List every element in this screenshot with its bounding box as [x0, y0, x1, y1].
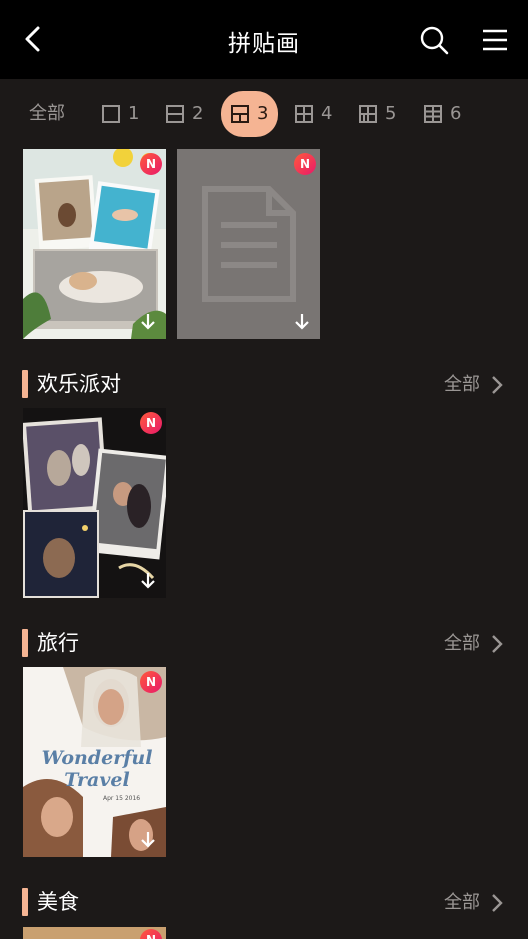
- layout-2-icon: [166, 105, 184, 123]
- download-icon[interactable]: [140, 572, 156, 590]
- layout-filter-bar: 全部 1 2 3 4 5 6: [0, 90, 528, 138]
- section-title: 欢乐派对: [37, 372, 121, 396]
- layout-1-icon: [102, 105, 120, 123]
- download-icon[interactable]: [140, 831, 156, 849]
- download-icon[interactable]: [294, 313, 310, 331]
- new-badge: N: [137, 671, 162, 694]
- travel-card-date: Apr 15 2016: [103, 795, 141, 802]
- section-travel-header: 旅行 全部: [0, 626, 528, 660]
- new-badge: N: [137, 412, 162, 435]
- filter-label: 全部: [29, 103, 65, 124]
- section-accent-bar: [22, 629, 28, 657]
- filter-label: 1: [128, 103, 140, 124]
- layout-6-icon: [424, 105, 442, 123]
- travel-title-line1: Wonderful: [41, 747, 153, 769]
- section-accent-bar: [22, 888, 28, 916]
- chevron-right-icon[interactable]: [491, 893, 503, 913]
- download-icon[interactable]: [140, 313, 156, 331]
- see-all-link[interactable]: 全部: [444, 630, 480, 658]
- section-party-header: 欢乐派对 全部: [0, 367, 528, 401]
- new-badge: N: [137, 153, 162, 176]
- collage-template-placeholder[interactable]: N: [177, 149, 320, 339]
- layout-3-icon: [231, 105, 249, 123]
- section-accent-bar: [22, 370, 28, 398]
- filter-layout-1[interactable]: 1: [102, 92, 139, 136]
- filter-label: 6: [450, 103, 462, 124]
- filter-label: 5: [385, 103, 397, 124]
- top-bar: 拼贴画: [0, 0, 528, 79]
- filter-layout-6[interactable]: 6: [424, 92, 461, 136]
- collage-template-beach[interactable]: N: [23, 149, 166, 339]
- filter-layout-2[interactable]: 2: [166, 92, 203, 136]
- filter-label: 4: [321, 103, 333, 124]
- section-title: 美食: [37, 890, 79, 914]
- see-all-link[interactable]: 全部: [444, 371, 480, 399]
- new-badge: N: [140, 929, 162, 939]
- filter-all[interactable]: 全部: [29, 92, 65, 136]
- chevron-right-icon[interactable]: [491, 375, 503, 395]
- search-icon[interactable]: [418, 24, 450, 56]
- new-badge: N: [291, 153, 316, 176]
- filter-layout-5[interactable]: 5: [359, 92, 396, 136]
- filter-label: 2: [192, 103, 204, 124]
- document-placeholder-icon: [202, 186, 296, 302]
- collage-template-travel[interactable]: Wonderful Travel Apr 15 2016 N: [23, 667, 166, 857]
- see-all-link[interactable]: 全部: [444, 889, 480, 917]
- chevron-right-icon[interactable]: [491, 634, 503, 654]
- section-food-header: 美食 全部: [0, 885, 528, 919]
- menu-icon[interactable]: [480, 26, 510, 54]
- collage-template-food[interactable]: N: [23, 927, 166, 939]
- collage-preview-image: [23, 149, 166, 339]
- collage-preview-image: [23, 408, 166, 598]
- travel-card-title: Wonderful Travel: [37, 747, 157, 791]
- layout-4-icon: [295, 105, 313, 123]
- filter-layout-4[interactable]: 4: [295, 92, 332, 136]
- filter-label: 3: [257, 103, 269, 124]
- filter-layout-3[interactable]: 3: [221, 91, 279, 137]
- collage-template-party[interactable]: N: [23, 408, 166, 598]
- layout-5-icon: [359, 105, 377, 123]
- travel-title-line2: Travel: [64, 769, 130, 791]
- section-title: 旅行: [37, 631, 79, 655]
